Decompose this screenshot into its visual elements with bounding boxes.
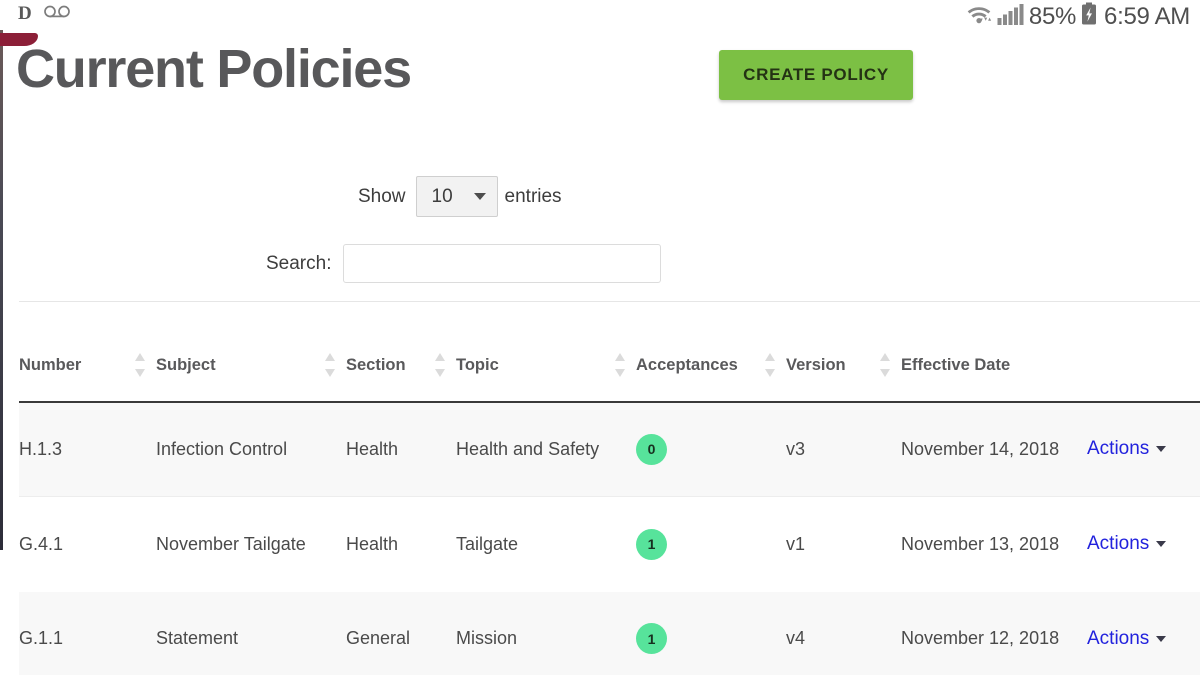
- sort-arrows-icon: [615, 352, 626, 377]
- create-policy-button[interactable]: CREATE POLICY: [719, 50, 913, 100]
- actions-dropdown-button[interactable]: Actions: [1087, 627, 1167, 650]
- column-header-topic[interactable]: Topic: [456, 301, 636, 403]
- column-header-section[interactable]: Section: [346, 301, 456, 403]
- chevron-down-icon: [473, 193, 486, 200]
- column-header-effective-date[interactable]: Effective Date: [901, 301, 1087, 403]
- column-header-version[interactable]: Version: [786, 301, 901, 403]
- cell-topic: Health and Safety: [456, 401, 636, 497]
- cell-actions: Actions: [1087, 497, 1200, 592]
- cell-number: H.1.3: [19, 401, 156, 497]
- column-header-actions: [1087, 301, 1200, 403]
- voicemail-icon: [43, 5, 70, 23]
- cell-section: General: [346, 591, 456, 675]
- search-control: Search:: [266, 244, 662, 283]
- table-body: H.1.3 Infection Control Health Health an…: [19, 401, 1200, 675]
- cell-acceptances: 1: [636, 497, 786, 592]
- battery-charging-icon: [1081, 2, 1097, 31]
- status-bar: D 85% 6:59 AM: [0, 0, 1200, 32]
- table-row[interactable]: H.1.3 Infection Control Health Health an…: [19, 401, 1200, 497]
- cell-acceptances: 0: [636, 401, 786, 497]
- entries-label: entries: [504, 185, 562, 207]
- cell-acceptances: 1: [636, 591, 786, 675]
- cell-version: v1: [786, 533, 806, 554]
- sort-arrows-icon: [880, 352, 891, 377]
- cell-section: Health: [346, 533, 399, 554]
- table-head: Number Subject Section Topic Acceptances…: [19, 301, 1200, 403]
- cell-topic: Tailgate: [456, 533, 519, 554]
- page-length-value: 10: [431, 185, 453, 207]
- page-length-control: Show 10 entries: [358, 176, 562, 217]
- sort-arrows-icon: [325, 352, 336, 377]
- acceptances-badge: 1: [636, 528, 667, 560]
- chevron-down-icon: [1156, 635, 1167, 642]
- status-bar-left: D: [18, 4, 70, 24]
- cell-subject: Infection Control: [156, 401, 346, 497]
- column-header-acceptances[interactable]: Acceptances: [636, 301, 786, 403]
- policies-page: D 85% 6:59 AM Current Policies CREATE PO…: [0, 0, 1200, 675]
- cell-number: G.4.1: [19, 533, 64, 554]
- page-length-select[interactable]: 10: [415, 176, 498, 217]
- search-label: Search:: [266, 252, 332, 274]
- left-edge-strip: [0, 30, 3, 550]
- column-label: Topic: [456, 355, 499, 374]
- page-title: Current Policies: [16, 39, 412, 99]
- cell-effective-date: November 14, 2018: [901, 401, 1087, 497]
- app-logo-d-icon: D: [18, 3, 32, 24]
- actions-label: Actions: [1087, 533, 1150, 555]
- sort-arrows-icon: [435, 352, 446, 377]
- actions-dropdown-button[interactable]: Actions: [1087, 438, 1167, 460]
- signal-bars-icon: [997, 3, 1024, 30]
- chevron-down-icon: [1156, 541, 1167, 548]
- column-label: Number: [19, 355, 82, 374]
- cell-number: G.1.1: [19, 591, 156, 675]
- battery-percent-label: 85%: [1028, 2, 1077, 30]
- column-header-subject[interactable]: Subject: [156, 301, 346, 403]
- acceptances-badge: 1: [636, 623, 667, 655]
- cell-effective-date: November 12, 2018: [901, 591, 1087, 675]
- sort-arrows-icon: [135, 352, 146, 377]
- actions-label: Actions: [1087, 438, 1150, 460]
- cell-effective-date: November 13, 2018: [901, 533, 1060, 554]
- cell-version: v3: [786, 401, 901, 497]
- search-input[interactable]: [343, 244, 662, 283]
- column-label: Version: [786, 355, 846, 374]
- acceptances-badge: 0: [636, 433, 667, 465]
- column-label: Subject: [156, 355, 216, 374]
- column-header-number[interactable]: Number: [19, 301, 156, 403]
- cell-topic: Mission: [456, 591, 636, 675]
- cell-section: Health: [346, 401, 456, 497]
- table-row[interactable]: G.4.1 November Tailgate Health Tailgate …: [19, 496, 1200, 592]
- actions-dropdown-button[interactable]: Actions: [1087, 533, 1167, 555]
- policies-table: Number Subject Section Topic Acceptances…: [19, 301, 1200, 675]
- wifi-icon: [966, 3, 992, 30]
- column-label: Effective Date: [901, 355, 1011, 374]
- cell-actions: Actions: [1087, 591, 1200, 675]
- table-header-row: Number Subject Section Topic Acceptances…: [19, 301, 1200, 403]
- column-label: Acceptances: [636, 355, 738, 374]
- cell-subject: November Tailgate: [156, 533, 306, 554]
- table-row[interactable]: G.1.1 Statement General Mission 1 v4 Nov…: [19, 591, 1200, 675]
- column-label: Section: [346, 355, 406, 374]
- cell-actions: Actions: [1087, 401, 1200, 497]
- sort-arrows-icon: [765, 352, 776, 377]
- status-bar-right: 85% 6:59 AM: [966, 2, 1190, 31]
- show-label: Show: [358, 185, 406, 207]
- clock-label: 6:59 AM: [1104, 2, 1190, 30]
- policies-table-wrapper: Number Subject Section Topic Acceptances…: [19, 301, 1200, 675]
- cell-version: v4: [786, 591, 901, 675]
- actions-label: Actions: [1087, 627, 1150, 649]
- cell-subject: Statement: [156, 591, 346, 675]
- chevron-down-icon: [1156, 446, 1167, 453]
